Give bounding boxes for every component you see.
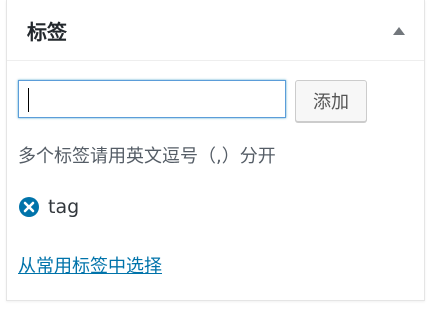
panel-header: 标签 — [7, 0, 424, 61]
panel-title: 标签 — [27, 20, 67, 44]
text-caret — [28, 88, 29, 112]
tag-input[interactable] — [18, 80, 286, 118]
add-tag-button[interactable]: 添加 — [295, 80, 367, 122]
tag-hint-text: 多个标签请用英文逗号（,）分开 — [18, 146, 276, 167]
choose-popular-tags-link[interactable]: 从常用标签中选择 — [18, 255, 162, 279]
remove-circle-x-icon[interactable] — [18, 196, 40, 218]
tag-item: tag — [18, 194, 79, 220]
panel-toggle-button[interactable] — [389, 24, 409, 38]
triangle-up-icon — [393, 27, 405, 35]
tag-label: tag — [48, 196, 80, 218]
